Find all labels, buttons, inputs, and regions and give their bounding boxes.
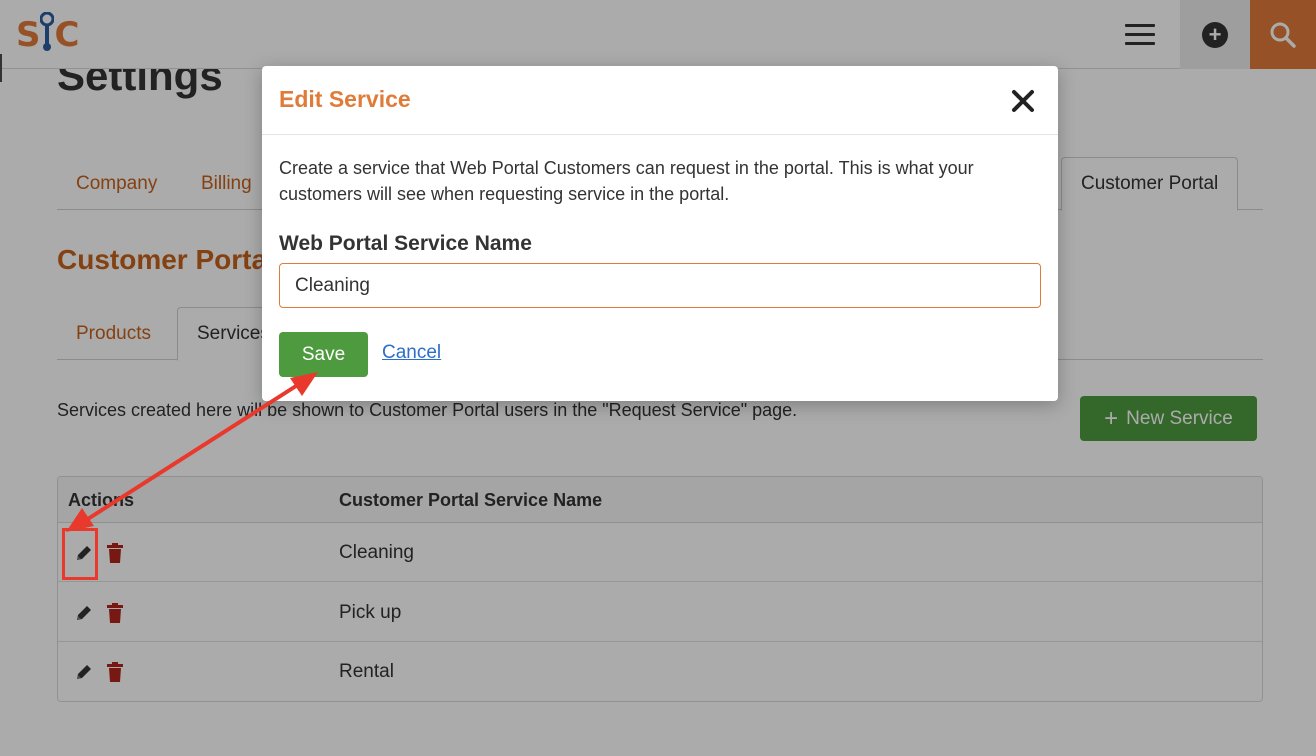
modal-description: Create a service that Web Portal Custome… (279, 158, 974, 204)
modal-header: Edit Service (262, 66, 1058, 135)
service-name-input[interactable] (279, 263, 1041, 308)
window-edge-marker (0, 54, 2, 82)
close-icon (1012, 90, 1034, 112)
modal-title: Edit Service (279, 86, 411, 112)
cancel-link[interactable]: Cancel (382, 342, 441, 364)
edit-service-modal: Edit Service Create a service that Web P… (262, 66, 1058, 401)
service-name-label: Web Portal Service Name (279, 232, 532, 255)
close-button[interactable] (1007, 85, 1039, 117)
save-button[interactable]: Save (279, 332, 368, 377)
annotation-highlight-box (62, 528, 98, 580)
